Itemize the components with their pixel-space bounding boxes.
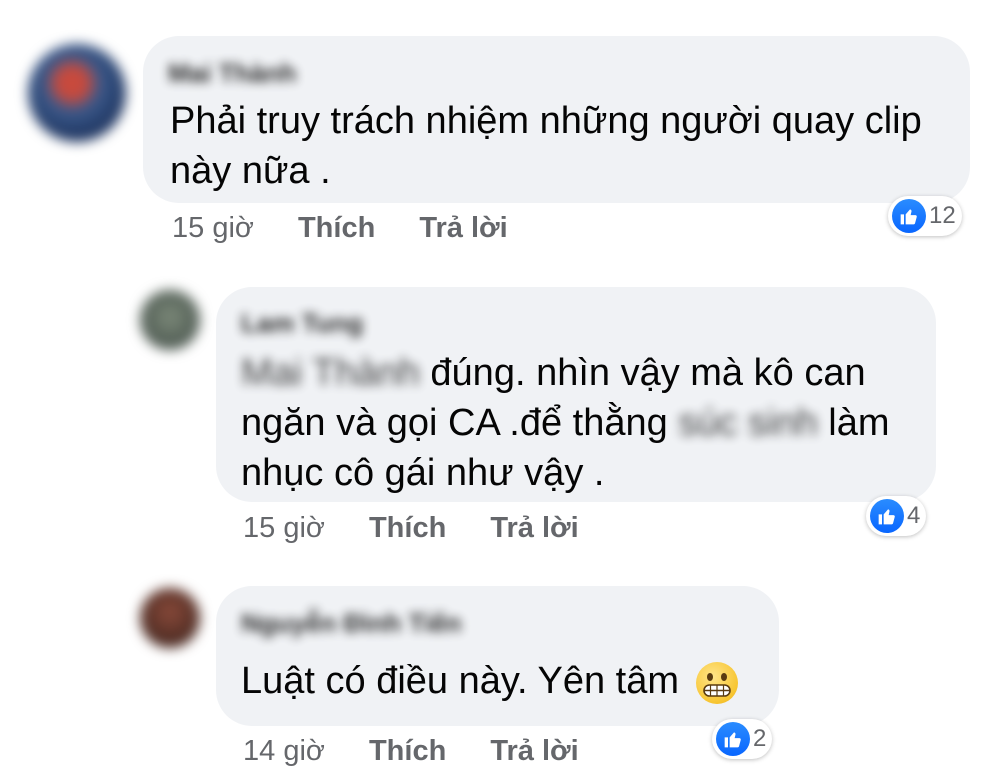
mention-tag[interactable]: Mai Thành	[241, 352, 420, 394]
reaction-count: 2	[753, 725, 767, 752]
timestamp[interactable]: 14 giờ	[243, 735, 325, 767]
avatar[interactable]	[140, 588, 200, 648]
comment-text-line-3: nhục cô gái như vậy .	[241, 452, 605, 494]
thumbs-up-icon	[870, 499, 904, 533]
avatar[interactable]	[140, 290, 200, 350]
censored-word: súc sinh	[678, 402, 818, 444]
reaction-count: 4	[907, 502, 921, 529]
author-name[interactable]: Nguyễn Đình Tiến	[241, 608, 462, 639]
reaction-summary[interactable]: 12	[888, 196, 962, 236]
reply-button[interactable]: Trả lời	[490, 735, 578, 767]
comment-text-line-2: này nữa .	[170, 150, 331, 192]
grimacing-face-icon	[695, 661, 738, 704]
comment-text-line-1: Mai Thành đúng. nhìn vậy mà kô can	[241, 352, 866, 394]
author-name[interactable]: Lam Tung	[241, 308, 363, 339]
author-name[interactable]: Mai Thành	[168, 58, 297, 89]
thumbs-up-icon	[892, 199, 926, 233]
reaction-count: 12	[929, 202, 956, 229]
comment-text: Luật có điều này. Yên tâm	[241, 660, 738, 704]
thumbs-up-icon	[716, 722, 750, 756]
comment-meta: 14 giờ Thích Trả lời	[243, 735, 579, 768]
comment-text-line-2: ngăn và gọi CA .để thằng súc sinh làm	[241, 402, 890, 444]
reaction-summary[interactable]: 4	[866, 496, 927, 536]
avatar[interactable]	[28, 44, 126, 142]
reply-button[interactable]: Trả lời	[490, 512, 578, 544]
like-button[interactable]: Thích	[298, 212, 375, 244]
comment-text-line-1: Phải truy trách nhiệm những người quay c…	[170, 100, 922, 142]
timestamp[interactable]: 15 giờ	[243, 512, 325, 544]
timestamp[interactable]: 15 giờ	[172, 212, 254, 244]
comment-meta: 15 giờ Thích Trả lời	[172, 212, 508, 245]
reaction-summary[interactable]: 2	[712, 719, 773, 759]
like-button[interactable]: Thích	[369, 512, 446, 544]
reply-button[interactable]: Trả lời	[419, 212, 507, 244]
like-button[interactable]: Thích	[369, 735, 446, 767]
comment-meta: 15 giờ Thích Trả lời	[243, 512, 579, 545]
comment-bubble	[216, 586, 779, 726]
